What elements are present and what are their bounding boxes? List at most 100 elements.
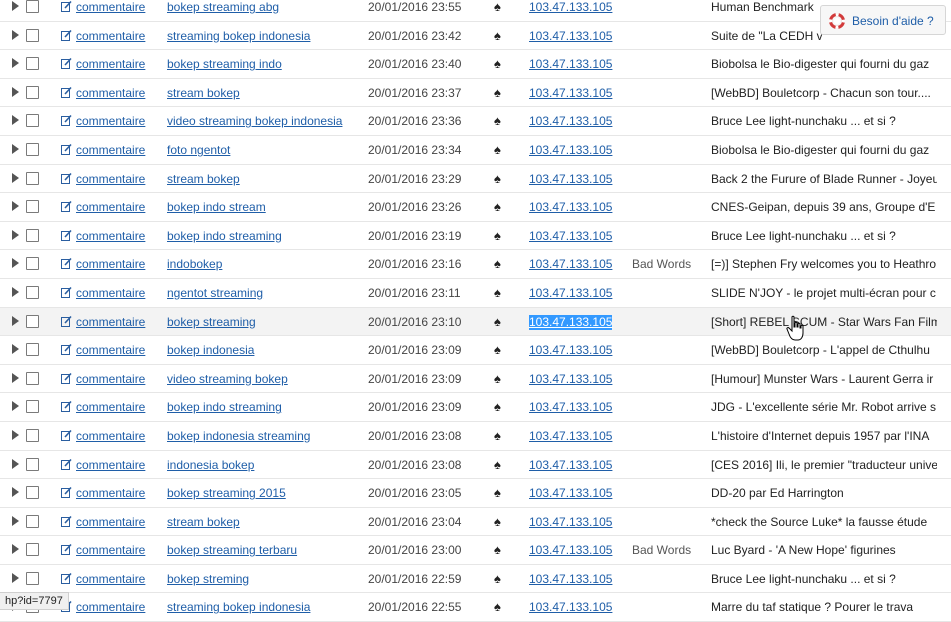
row-checkbox[interactable]	[26, 486, 39, 500]
edit-icon[interactable]	[61, 57, 72, 70]
edit-icon[interactable]	[61, 343, 72, 356]
expand-arrow-icon[interactable]	[12, 429, 19, 440]
expand-arrow-icon[interactable]	[12, 86, 19, 97]
ip-link[interactable]: 103.47.133.105	[529, 486, 612, 501]
edit-icon[interactable]	[61, 0, 72, 12]
expand-arrow-icon[interactable]	[12, 344, 19, 355]
edit-icon[interactable]	[61, 486, 72, 499]
action-link[interactable]: commentaire	[76, 458, 145, 473]
action-link[interactable]: commentaire	[76, 143, 145, 158]
edit-icon[interactable]	[61, 86, 72, 98]
edit-icon[interactable]	[61, 200, 72, 213]
keyword-link[interactable]: indobokep	[167, 257, 222, 272]
edit-icon[interactable]	[61, 515, 72, 527]
row-checkbox[interactable]	[26, 200, 39, 214]
expand-arrow-icon[interactable]	[12, 315, 19, 326]
row-checkbox[interactable]	[26, 514, 39, 528]
action-link[interactable]: commentaire	[76, 572, 145, 587]
ip-link[interactable]: 103.47.133.105	[529, 343, 612, 358]
keyword-link[interactable]: bokep streaming abg	[167, 0, 279, 15]
action-link[interactable]: commentaire	[76, 286, 145, 301]
keyword-link[interactable]: bokep streaming	[167, 315, 256, 330]
expand-arrow-icon[interactable]	[12, 172, 19, 183]
edit-icon[interactable]	[61, 543, 72, 556]
keyword-link[interactable]: ngentot streaming	[167, 286, 263, 301]
action-link[interactable]: commentaire	[76, 315, 145, 330]
edit-icon[interactable]	[61, 114, 72, 127]
row-checkbox[interactable]	[26, 142, 39, 156]
edit-icon[interactable]	[61, 257, 72, 270]
edit-icon[interactable]	[61, 400, 72, 413]
action-link[interactable]: commentaire	[76, 114, 145, 129]
expand-arrow-icon[interactable]	[12, 372, 19, 383]
keyword-link[interactable]: bokep indo streaming	[167, 229, 282, 244]
row-checkbox[interactable]	[26, 343, 39, 357]
ip-link[interactable]: 103.47.133.105	[529, 286, 612, 301]
edit-icon[interactable]	[61, 315, 72, 327]
expand-arrow-icon[interactable]	[12, 29, 19, 40]
keyword-link[interactable]: bokep indonesia	[167, 343, 254, 358]
edit-icon[interactable]	[61, 172, 72, 184]
ip-link[interactable]: 103.47.133.105	[529, 229, 612, 244]
action-link[interactable]: commentaire	[76, 400, 145, 415]
action-link[interactable]: commentaire	[76, 29, 145, 44]
ip-link[interactable]: 103.47.133.105	[529, 86, 612, 101]
keyword-link[interactable]: video streaming bokep indonesia	[167, 114, 342, 129]
row-checkbox[interactable]	[26, 28, 39, 42]
keyword-link[interactable]: bokep streaming 2015	[167, 486, 286, 501]
edit-icon[interactable]	[61, 229, 72, 241]
expand-arrow-icon[interactable]	[12, 515, 19, 526]
ip-link[interactable]: 103.47.133.105	[529, 515, 612, 530]
row-checkbox[interactable]	[26, 457, 39, 471]
action-link[interactable]: commentaire	[76, 343, 145, 358]
keyword-link[interactable]: bokep streming	[167, 572, 249, 587]
action-link[interactable]: commentaire	[76, 257, 145, 272]
keyword-link[interactable]: stream bokep	[167, 515, 240, 530]
row-checkbox[interactable]	[26, 114, 39, 128]
ip-link[interactable]: 103.47.133.105	[529, 372, 612, 387]
ip-link[interactable]: 103.47.133.105	[529, 0, 612, 15]
ip-link[interactable]: 103.47.133.105	[529, 400, 612, 415]
ip-link[interactable]: 103.47.133.105	[529, 572, 612, 587]
ip-link[interactable]: 103.47.133.105	[529, 114, 612, 129]
help-button[interactable]: Besoin d'aide ?	[820, 5, 946, 35]
ip-link[interactable]: 103.47.133.105	[529, 429, 612, 444]
row-checkbox[interactable]	[26, 57, 39, 71]
action-link[interactable]: commentaire	[76, 86, 145, 101]
edit-icon[interactable]	[61, 143, 72, 155]
keyword-link[interactable]: bokep streaming indo	[167, 57, 282, 72]
row-checkbox[interactable]	[26, 571, 39, 585]
expand-arrow-icon[interactable]	[12, 115, 19, 126]
row-checkbox[interactable]	[26, 314, 39, 328]
expand-arrow-icon[interactable]	[12, 143, 19, 154]
ip-link[interactable]: 103.47.133.105	[529, 257, 612, 272]
edit-icon[interactable]	[61, 286, 72, 298]
ip-link[interactable]: 103.47.133.105	[529, 172, 612, 187]
keyword-link[interactable]: foto ngentot	[167, 143, 230, 158]
ip-link[interactable]: 103.47.133.105	[529, 600, 612, 615]
expand-arrow-icon[interactable]	[12, 286, 19, 297]
expand-arrow-icon[interactable]	[12, 487, 19, 498]
action-link[interactable]: commentaire	[76, 0, 145, 15]
row-checkbox[interactable]	[26, 171, 39, 185]
action-link[interactable]: commentaire	[76, 229, 145, 244]
keyword-link[interactable]: video streaming bokep	[167, 372, 288, 387]
action-link[interactable]: commentaire	[76, 515, 145, 530]
edit-icon[interactable]	[61, 458, 72, 470]
expand-arrow-icon[interactable]	[12, 229, 19, 240]
ip-link[interactable]: 103.47.133.105	[529, 57, 612, 72]
row-checkbox[interactable]	[26, 285, 39, 299]
action-link[interactable]: commentaire	[76, 172, 145, 187]
action-link[interactable]: commentaire	[76, 200, 145, 215]
row-checkbox[interactable]	[26, 371, 39, 385]
keyword-link[interactable]: bokep indo streaming	[167, 400, 282, 415]
action-link[interactable]: commentaire	[76, 57, 145, 72]
row-checkbox[interactable]	[26, 228, 39, 242]
row-checkbox[interactable]	[26, 0, 39, 13]
edit-icon[interactable]	[61, 372, 72, 384]
action-link[interactable]: commentaire	[76, 543, 145, 558]
keyword-link[interactable]: streaming bokep indonesia	[167, 29, 310, 44]
action-link[interactable]: commentaire	[76, 486, 145, 501]
expand-arrow-icon[interactable]	[12, 1, 19, 11]
ip-link[interactable]: 103.47.133.105	[529, 314, 613, 330]
